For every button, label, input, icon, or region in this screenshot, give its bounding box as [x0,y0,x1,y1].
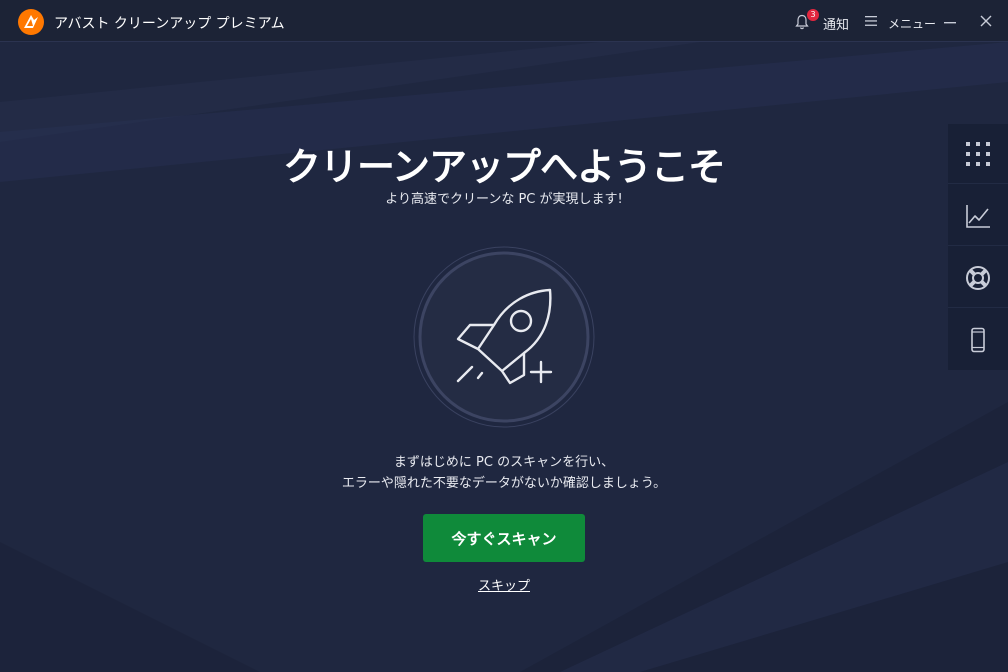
scan-now-button[interactable]: 今すぐスキャン [423,514,585,562]
side-apps-button[interactable] [948,124,1008,184]
apps-grid-icon [966,141,990,166]
close-button[interactable] [974,11,998,33]
side-performance-button[interactable] [948,186,1008,246]
description-line-2: エラーや隠れた不要なデータがないか確認しましょう。 [341,476,667,491]
menu-button[interactable]: メニュー [888,15,936,32]
notification-badge: 3 [807,9,819,21]
notifications-button[interactable]: 通知 [823,14,849,33]
welcome-heading: クリーンアップへようこそ [282,145,726,189]
minimize-button[interactable] [938,11,962,33]
side-help-button[interactable] [948,248,1008,308]
avast-logo-icon [18,9,44,35]
rocket-icon [413,246,595,428]
app-title: アバスト クリーンアップ プレミアム [54,16,285,32]
performance-chart-icon [966,204,990,228]
description-line-1: まずはじめに PC のスキャンを行い、 [393,455,615,470]
side-mobile-button[interactable] [948,310,1008,370]
hamburger-menu-icon[interactable] [865,16,877,26]
title-bar: アバスト クリーンアップ プレミアム 3 通知 メニュー [0,0,1008,42]
scan-description: まずはじめに PC のスキャンを行い、 エラーや隠れた不要なデータがないか確認し… [0,452,1008,494]
skip-link[interactable]: スキップ [0,575,1008,594]
app-window: アバスト クリーンアップ プレミアム 3 通知 メニュー クリーンアップへようこ… [0,0,1008,672]
mobile-device-icon [971,327,985,353]
side-panel [948,124,1008,370]
skip-link-label[interactable]: スキップ [478,579,530,594]
lifebuoy-icon [966,265,990,290]
welcome-subheading: より高速でクリーンな PC が実現します! [385,192,623,207]
